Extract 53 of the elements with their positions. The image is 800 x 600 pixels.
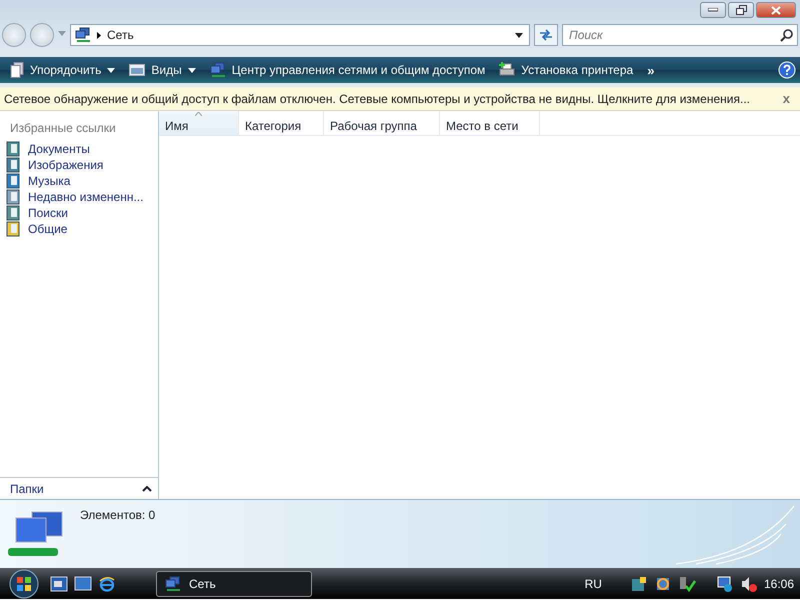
toolbar-button[interactable]: Виды bbox=[123, 58, 202, 82]
help-icon[interactable] bbox=[778, 61, 796, 79]
restore-icon bbox=[736, 5, 746, 15]
favorite-link[interactable]: Документы bbox=[0, 141, 158, 157]
chevron-up-icon bbox=[142, 486, 152, 492]
network-icon bbox=[75, 27, 91, 43]
search-icon bbox=[780, 29, 793, 42]
item-count: Элементов: 0 bbox=[80, 507, 156, 524]
refresh-button[interactable] bbox=[534, 24, 558, 46]
switch-windows-icon[interactable] bbox=[50, 576, 68, 592]
network-icon bbox=[165, 576, 181, 592]
taskbar-button[interactable]: Сеть bbox=[156, 570, 312, 596]
desktop-icon[interactable] bbox=[74, 576, 92, 592]
language-indicator[interactable]: RU bbox=[584, 576, 602, 590]
network-icon bbox=[210, 62, 226, 78]
dropdown-icon bbox=[107, 68, 116, 72]
toolbar-button[interactable]: Упорядочить bbox=[4, 58, 122, 82]
favorite-link[interactable]: Общие bbox=[0, 221, 158, 237]
info-message: Сетевое обнаружение и общий доступ к файлам отключен. Сетевые компьютеры и устройства не видны. Щелкните для изменения... bbox=[4, 92, 751, 106]
address-path: Сеть bbox=[107, 28, 135, 42]
minimize-button[interactable] bbox=[700, 2, 726, 18]
window-icon bbox=[129, 64, 146, 76]
close-icon bbox=[771, 6, 781, 14]
favorite-link[interactable]: Недавно измененн... bbox=[0, 189, 158, 205]
pages-icon bbox=[10, 62, 24, 78]
search-field[interactable]: Поиск bbox=[562, 24, 798, 46]
column-header[interactable]: Имя bbox=[159, 111, 239, 135]
address-bar[interactable]: Сеть bbox=[70, 24, 530, 46]
document-icon bbox=[6, 141, 20, 157]
browser-icon[interactable] bbox=[98, 576, 116, 592]
favorite-link[interactable]: Поиски bbox=[0, 205, 158, 221]
minimize-icon bbox=[708, 8, 718, 12]
clock[interactable]: 16:06 bbox=[764, 576, 794, 590]
restore-button[interactable] bbox=[728, 2, 754, 18]
toolbar-button[interactable]: Установка принтера bbox=[493, 58, 640, 82]
speaker-muted-icon[interactable] bbox=[740, 574, 758, 592]
more-button[interactable]: » bbox=[641, 62, 660, 78]
favorite-link[interactable]: Изображения bbox=[0, 157, 158, 173]
dropdown-icon bbox=[188, 68, 196, 72]
info-bar[interactable]: Сетевое обнаружение и общий доступ к файлам отключен. Сетевые компьютеры и устройства не видны. Щелкните для изменения... x bbox=[0, 87, 800, 111]
dismiss-button[interactable]: x bbox=[778, 91, 794, 106]
checkmark-icon[interactable] bbox=[678, 574, 696, 592]
printer-icon bbox=[499, 62, 516, 78]
dropdown-icon[interactable] bbox=[515, 32, 523, 38]
chevron-icon bbox=[97, 32, 101, 38]
sidebar-heading: Избранные ссылки bbox=[9, 120, 117, 137]
toolbar-button[interactable]: Центр управления сетями и общим доступом bbox=[204, 58, 492, 82]
tray-icon[interactable] bbox=[630, 574, 648, 592]
close-button[interactable] bbox=[756, 2, 796, 18]
refresh-icon bbox=[539, 29, 553, 41]
folder-icon bbox=[6, 221, 20, 237]
favorite-link[interactable]: Музыка bbox=[0, 173, 158, 189]
network-icon[interactable] bbox=[716, 574, 734, 592]
